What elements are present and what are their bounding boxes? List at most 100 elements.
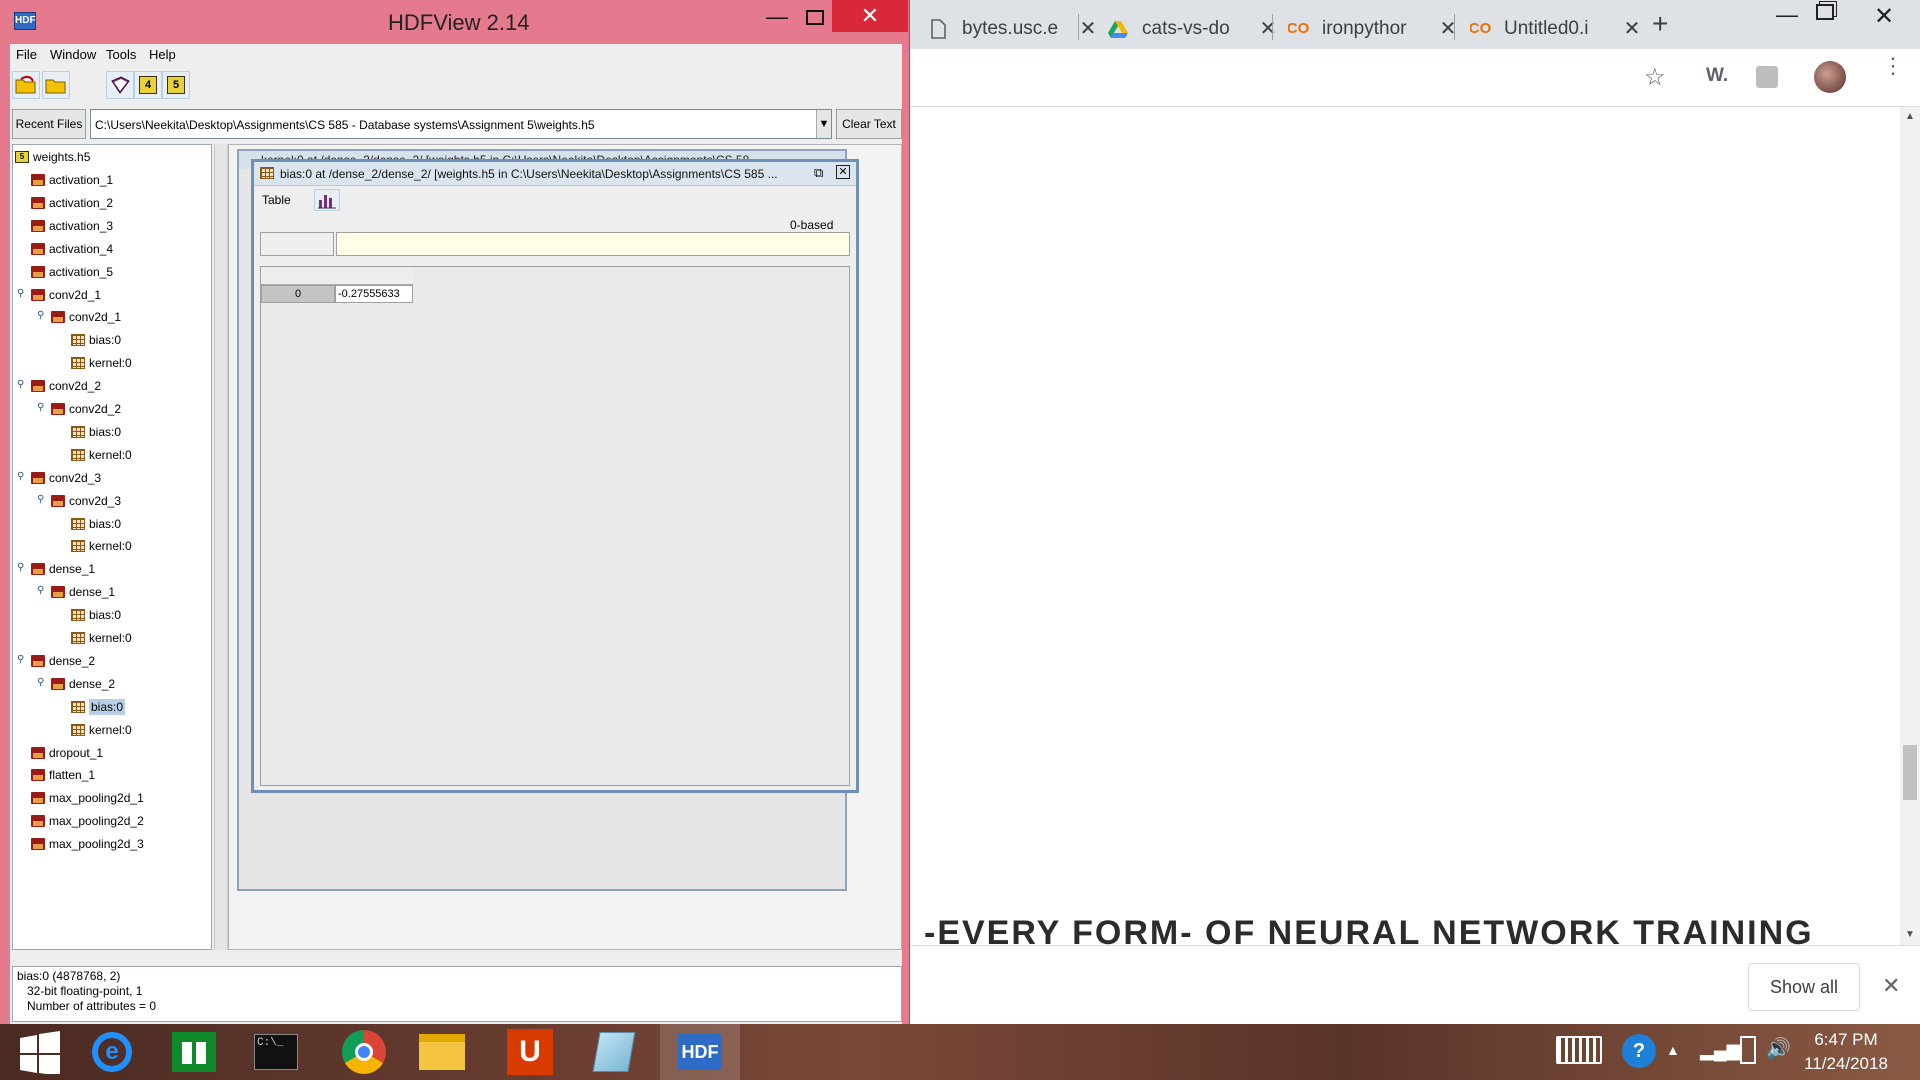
profile-avatar[interactable] (1814, 61, 1846, 93)
close-icon[interactable]: ✕ (1258, 16, 1278, 41)
path-dropdown-icon[interactable]: ▼ (816, 110, 831, 138)
tree-root[interactable]: 5 weights.h5 (15, 147, 90, 167)
taskbar-store[interactable] (154, 1024, 234, 1080)
maximize-icon[interactable] (806, 10, 824, 25)
tree-group-node[interactable]: dropout_1 (31, 743, 103, 763)
keyboard-icon[interactable] (1556, 1036, 1602, 1064)
extension-w-icon[interactable]: W. (1706, 65, 1728, 87)
table-column-header[interactable] (261, 267, 413, 285)
tree-expand-handle-icon[interactable]: ⚲ (37, 402, 44, 413)
menu-tools[interactable]: Tools (106, 47, 136, 62)
tree-dataset-node[interactable]: kernel:0 (71, 445, 132, 465)
tree-expand-handle-icon[interactable]: ⚲ (17, 471, 24, 482)
cell-value-field[interactable] (336, 232, 850, 256)
tree-dataset-node[interactable]: bias:0 (71, 330, 121, 350)
detach-icon[interactable]: ⧉ (814, 165, 823, 181)
tree-group-node[interactable]: conv2d_1 (51, 307, 121, 327)
tree-group-node[interactable]: conv2d_2 (51, 399, 121, 419)
chrome-scroll-thumb[interactable] (1903, 745, 1917, 800)
open-file-button[interactable] (12, 71, 40, 99)
bookmark-star-icon[interactable]: ☆ (1644, 63, 1666, 92)
tree-group-node[interactable]: activation_2 (31, 193, 113, 213)
taskbar-chrome[interactable] (324, 1024, 404, 1080)
open-readonly-button[interactable] (42, 71, 70, 99)
recent-files-button[interactable]: Recent Files (12, 109, 86, 139)
tree-group-node[interactable]: dense_2 (51, 674, 115, 694)
data-table[interactable]: 0 -0.27555633 (260, 266, 850, 786)
chrome-tab-1[interactable]: bytes.usc.e ✕ (928, 8, 1098, 49)
show-hidden-icons[interactable]: ▲ (1666, 1042, 1680, 1058)
new-tab-icon[interactable]: + (1652, 8, 1668, 40)
taskbar-file-explorer[interactable] (402, 1024, 482, 1080)
battery-icon[interactable] (1740, 1036, 1756, 1064)
tree-group-node[interactable]: flatten_1 (31, 765, 95, 785)
minimize-icon[interactable]: — (766, 4, 788, 30)
tree-dataset-node[interactable]: bias:0 (71, 697, 126, 717)
tree-dataset-node[interactable]: bias:0 (71, 422, 121, 442)
menu-file[interactable]: File (16, 47, 37, 62)
chrome-tab-4[interactable]: CO Untitled0.i ✕ (1470, 8, 1642, 49)
table-cell[interactable]: -0.27555633 (335, 285, 413, 303)
menu-window[interactable]: Window (50, 47, 96, 62)
tree-expand-handle-icon[interactable]: ⚲ (37, 585, 44, 596)
tree-dataset-node[interactable]: kernel:0 (71, 628, 132, 648)
tree-dataset-node[interactable]: kernel:0 (71, 353, 132, 373)
tree-expand-handle-icon[interactable]: ⚲ (17, 288, 24, 299)
tree-group-node[interactable]: conv2d_3 (51, 491, 121, 511)
close-window-icon[interactable]: ✕ (1874, 2, 1894, 31)
tree-dataset-node[interactable]: kernel:0 (71, 536, 132, 556)
tree-group-node[interactable]: conv2d_3 (31, 468, 101, 488)
close-icon[interactable]: ✕ (836, 165, 850, 179)
tree-group-node[interactable]: conv2d_2 (31, 376, 101, 396)
help-book-button[interactable] (106, 71, 134, 99)
tree-group-node[interactable]: max_pooling2d_3 (31, 834, 144, 854)
close-icon[interactable]: ✕ (1078, 16, 1098, 41)
taskbar-notepad[interactable] (574, 1024, 654, 1080)
cell-name-field[interactable] (260, 232, 334, 256)
close-download-bar-icon[interactable]: ✕ (1882, 973, 1900, 999)
system-clock[interactable]: 6:47 PM 11/24/2018 (1786, 1028, 1906, 1076)
scroll-down-icon[interactable]: ▼ (1905, 929, 1915, 940)
tree-group-node[interactable]: activation_5 (31, 262, 113, 282)
extension-icon[interactable] (1756, 66, 1778, 88)
taskbar-office[interactable]: U (490, 1024, 570, 1080)
help-icon[interactable]: ? (1622, 1034, 1656, 1068)
hdf5-library-button[interactable]: 5 (162, 71, 190, 99)
tree-group-node[interactable]: dense_1 (31, 559, 95, 579)
start-button[interactable] (0, 1024, 80, 1080)
network-icon[interactable]: ▂▄▆ (1700, 1040, 1740, 1061)
tree-group-node[interactable]: max_pooling2d_1 (31, 788, 144, 808)
close-window-button[interactable]: ✕ (832, 0, 908, 32)
scroll-up-icon[interactable]: ▲ (1905, 111, 1915, 122)
close-icon[interactable]: ✕ (1622, 16, 1642, 41)
table-row-header[interactable]: 0 (261, 285, 335, 303)
show-all-button[interactable]: Show all (1748, 963, 1860, 1011)
bias-dataset-window[interactable]: bias:0 at /dense_2/dense_2/ [weights.h5 … (251, 159, 859, 793)
tree-dataset-node[interactable]: kernel:0 (71, 720, 132, 740)
tree-group-node[interactable]: dense_1 (51, 582, 115, 602)
minimize-icon[interactable]: — (1776, 2, 1798, 28)
close-icon[interactable]: ✕ (1438, 16, 1458, 41)
menu-help[interactable]: Help (149, 47, 176, 62)
more-menu-icon[interactable]: ⋮ (1882, 55, 1904, 77)
taskbar-hdfview[interactable]: HDF (660, 1024, 740, 1080)
tree-expand-handle-icon[interactable]: ⚲ (17, 379, 24, 390)
taskbar-internet-explorer[interactable]: e (72, 1024, 152, 1080)
tree-group-node[interactable]: activation_3 (31, 216, 113, 236)
clear-text-button[interactable]: Clear Text (836, 109, 902, 139)
tree-dataset-node[interactable]: bias:0 (71, 605, 121, 625)
tree-expand-handle-icon[interactable]: ⚲ (17, 654, 24, 665)
tree-expand-handle-icon[interactable]: ⚲ (37, 494, 44, 505)
tree-group-node[interactable]: dense_2 (31, 651, 95, 671)
tree-group-node[interactable]: conv2d_1 (31, 285, 101, 305)
tree-expand-handle-icon[interactable]: ⚲ (17, 562, 24, 573)
chrome-tab-3[interactable]: CO ironpythor ✕ (1288, 8, 1458, 49)
tree-group-node[interactable]: activation_4 (31, 239, 113, 259)
tree-expand-handle-icon[interactable]: ⚲ (37, 677, 44, 688)
file-tree[interactable]: 5 weights.h5 activation_1 activation_2act… (12, 144, 212, 950)
chart-button[interactable] (314, 189, 340, 211)
tree-expand-handle-icon[interactable]: ⚲ (37, 310, 44, 321)
tree-group-node[interactable]: activation_1 (31, 170, 113, 190)
file-path-input[interactable]: C:\Users\Neekita\Desktop\Assignments\CS … (90, 109, 832, 139)
split-pane-divider[interactable] (214, 144, 228, 950)
